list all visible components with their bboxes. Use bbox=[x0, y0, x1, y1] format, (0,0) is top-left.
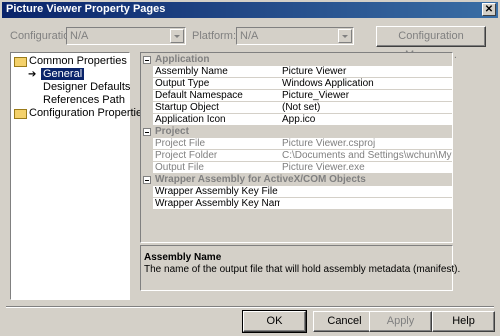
property-name: Output File bbox=[153, 162, 282, 174]
tree-item-designer-defaults[interactable]: Designer Defaults bbox=[43, 81, 130, 94]
property-pages-dialog: Picture Viewer Property Pages ✕ Configur… bbox=[0, 0, 500, 336]
property-row[interactable]: Output File Picture Viewer.exe bbox=[141, 162, 452, 174]
category-label: Project bbox=[155, 126, 189, 137]
property-name: Default Namespace bbox=[153, 90, 282, 102]
property-row[interactable]: Startup Object (Not set) bbox=[141, 102, 452, 114]
property-row[interactable]: Output Type Windows Application bbox=[141, 78, 452, 90]
cancel-button[interactable]: Cancel bbox=[313, 311, 376, 332]
folder-open-icon bbox=[14, 57, 27, 67]
property-tree[interactable]: Common Properties ➔ General Designer Def… bbox=[10, 52, 148, 300]
property-value[interactable]: Picture_Viewer bbox=[280, 90, 452, 102]
category-application[interactable]: Application bbox=[141, 54, 452, 66]
tree-item-configuration-properties[interactable]: Configuration Properties bbox=[29, 107, 148, 120]
property-row[interactable]: Project Folder C:\Documents and Settings… bbox=[141, 150, 452, 162]
property-value[interactable]: (Not set) bbox=[280, 102, 452, 114]
property-value[interactable]: App.ico bbox=[280, 114, 452, 126]
configuration-value: N/A bbox=[70, 30, 89, 42]
help-button[interactable]: Help bbox=[432, 311, 495, 332]
divider bbox=[6, 306, 494, 308]
property-value[interactable] bbox=[280, 186, 452, 198]
platform-select[interactable]: N/A bbox=[236, 27, 354, 45]
property-value[interactable]: Picture Viewer bbox=[280, 66, 452, 78]
property-row[interactable]: Project File Picture Viewer.csproj bbox=[141, 138, 452, 150]
property-row[interactable]: Wrapper Assembly Key File bbox=[141, 186, 452, 198]
description-text: The name of the output file that will ho… bbox=[144, 264, 461, 275]
platform-value: N/A bbox=[240, 30, 259, 42]
collapse-icon[interactable] bbox=[143, 56, 151, 64]
property-name: Project Folder bbox=[153, 150, 282, 162]
property-row[interactable]: Wrapper Assembly Key Name bbox=[141, 198, 452, 210]
category-wrapper-assembly[interactable]: Wrapper Assembly for ActiveX/COM Objects bbox=[141, 174, 452, 186]
tree-item-common-properties[interactable]: Common Properties bbox=[29, 55, 127, 68]
property-name: Output Type bbox=[153, 78, 282, 90]
category-label: Wrapper Assembly for ActiveX/COM Objects bbox=[155, 174, 366, 185]
property-name: Project File bbox=[153, 138, 282, 150]
description-title: Assembly Name bbox=[144, 252, 222, 263]
property-grid[interactable]: Application Assembly Name Picture Viewer… bbox=[140, 52, 453, 243]
window-title: Picture Viewer Property Pages bbox=[6, 3, 166, 15]
property-row[interactable]: Application Icon App.ico bbox=[141, 114, 452, 126]
property-row[interactable]: Default Namespace Picture_Viewer bbox=[141, 90, 452, 102]
collapse-icon[interactable] bbox=[143, 128, 151, 136]
property-name: Wrapper Assembly Key Name bbox=[153, 198, 282, 210]
apply-button[interactable]: Apply bbox=[369, 311, 432, 332]
arrow-right-icon: ➔ bbox=[28, 69, 37, 80]
close-button[interactable]: ✕ bbox=[482, 3, 496, 16]
category-label: Application bbox=[155, 54, 210, 65]
chevron-down-icon[interactable] bbox=[338, 29, 352, 43]
configuration-select[interactable]: N/A bbox=[66, 27, 186, 45]
folder-icon bbox=[14, 109, 27, 119]
property-name: Wrapper Assembly Key File bbox=[153, 186, 282, 198]
ok-button[interactable]: OK bbox=[242, 310, 307, 333]
property-name: Application Icon bbox=[153, 114, 282, 126]
property-value: Picture Viewer.exe bbox=[280, 162, 452, 174]
property-name: Assembly Name bbox=[153, 66, 282, 78]
property-row[interactable]: Assembly Name Picture Viewer bbox=[141, 66, 452, 78]
property-value: C:\Documents and Settings\wchun\My Docum… bbox=[280, 150, 452, 162]
configuration-manager-button[interactable]: Configuration Manager... bbox=[376, 26, 486, 61]
property-value[interactable]: Windows Application bbox=[280, 78, 452, 90]
tree-item-references-path[interactable]: References Path bbox=[43, 94, 125, 107]
tree-item-general[interactable]: General bbox=[41, 68, 85, 81]
description-panel: Assembly Name The name of the output fil… bbox=[140, 245, 460, 291]
property-name: Startup Object bbox=[153, 102, 282, 114]
property-value: Picture Viewer.csproj bbox=[280, 138, 452, 150]
title-bar: Picture Viewer Property Pages ✕ bbox=[2, 2, 498, 18]
chevron-down-icon[interactable] bbox=[170, 29, 184, 43]
category-project[interactable]: Project bbox=[141, 126, 452, 138]
platform-label: Platform: bbox=[192, 30, 237, 42]
collapse-icon[interactable] bbox=[143, 176, 151, 184]
property-value[interactable] bbox=[280, 198, 452, 210]
